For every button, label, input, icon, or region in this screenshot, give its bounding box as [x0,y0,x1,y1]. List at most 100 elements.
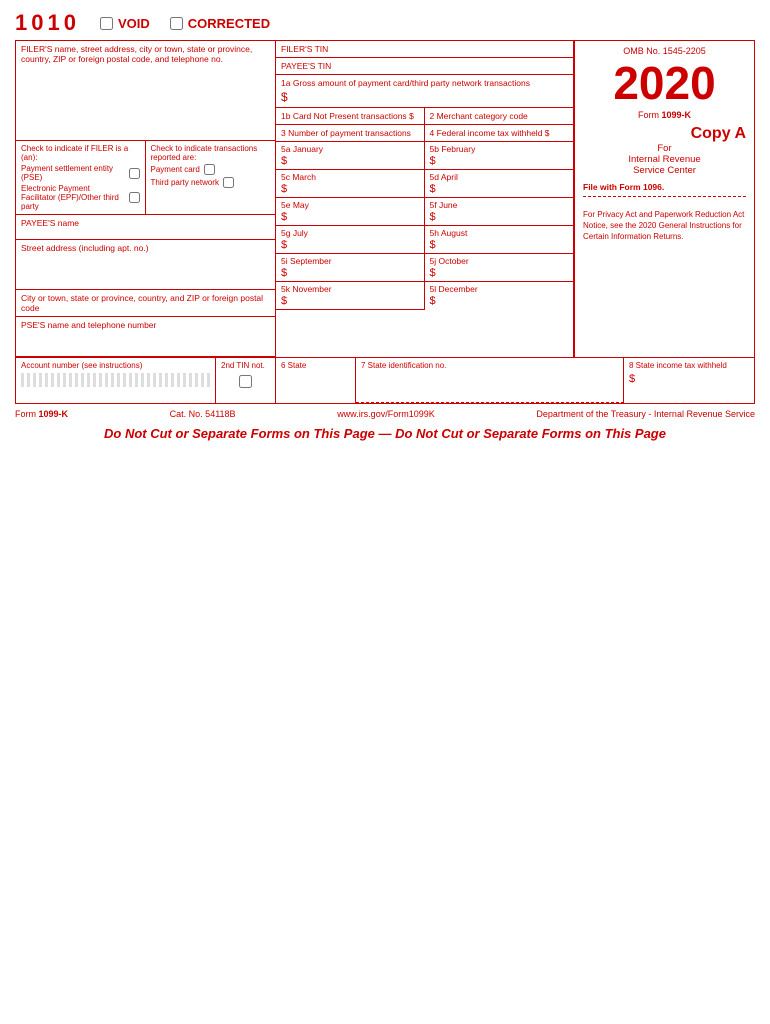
footer-form-id: 1099-K [39,409,69,419]
epf-row: Electronic Payment Facilitator (EPF)/Oth… [21,184,140,211]
account-cell: Account number (see instructions) [16,358,216,403]
footer-dept: Department of the Treasury - Internal Re… [536,409,755,419]
footer-form-label: Form 1099-K [15,409,68,419]
account-label: Account number (see instructions) [21,361,210,370]
state-id-label: 7 State identification no. [361,361,618,370]
merchant-category-box: 2 Merchant category code [425,108,574,124]
payment-card-label: Payment card [151,165,200,174]
jun-label: 5f June [430,200,458,210]
city-section: City or town, state or province, country… [16,290,275,317]
state-cell: 6 State [276,358,356,403]
bottom-warning: Do Not Cut or Separate Forms on This Pag… [15,426,755,441]
aug-dollar: $ [430,239,569,251]
tin-2nd-checkbox[interactable] [239,375,252,388]
jul-label: 5g July [281,228,308,238]
feb-label: 5b February [430,144,476,154]
payee-name-section: PAYEE'S name [16,215,275,240]
street-address-section: Street address (including apt. no.) [16,240,275,290]
payee-tin-box: PAYEE'S TIN [276,58,573,75]
jan-label: 5a January [281,144,323,154]
oct-label: 5j October [430,256,469,266]
right-panel: OMB No. 1545-2205 2020 Form 1099-K Copy … [574,41,754,357]
row-1b-2: 1b Card Not Present transactions $ 2 Mer… [276,108,573,125]
mar-label: 5c March [281,172,316,182]
pse-label: Payment settlement entity (PSE) [21,164,125,182]
may-cell: 5e May $ [276,198,425,226]
pse-checkbox[interactable] [129,168,140,179]
void-checkbox-label[interactable]: VOID [100,16,150,31]
october-cell: 5j October $ [425,254,574,282]
sep-label: 5i September [281,256,332,266]
march-cell: 5c March $ [276,170,425,198]
state-tax-label: 8 State income tax withheld [629,361,749,370]
gross-amount-dollar: $ [281,90,568,104]
third-party-checkbox[interactable] [223,177,234,188]
copy-a-label: Copy A [583,125,746,143]
december-cell: 5l December $ [425,282,574,310]
num-payment-label: 3 Number of payment transactions [281,128,411,138]
payment-card-checkbox[interactable] [204,164,215,175]
gross-amount-label: 1a Gross amount of payment card/third pa… [281,78,530,88]
form-footer: Form 1099-K Cat. No. 54118B www.irs.gov/… [15,406,755,422]
state-id-cell: 7 State identification no. [356,358,624,403]
filer-tin-label: FILER'S TIN [281,44,328,54]
corrected-checkbox[interactable] [170,17,183,30]
february-cell: 5b February $ [425,142,574,170]
nov-label: 5k November [281,284,332,294]
filer-info-box: FILER'S name, street address, city or to… [16,41,275,141]
filer-tin-box: FILER'S TIN [276,41,573,58]
form-container: FILER'S name, street address, city or to… [15,40,755,404]
epf-checkbox[interactable] [129,192,140,203]
oct-dollar: $ [430,267,569,279]
footer-url: www.irs.gov/Form1099K [337,409,435,419]
year-display: 2020 [613,57,715,109]
bottom-row: Account number (see instructions) 2nd TI… [16,357,754,403]
footer-cat: Cat. No. 54118B [170,409,236,419]
payee-name-label: PAYEE'S name [21,218,79,228]
privacy-note: For Privacy Act and Paperwork Reduction … [583,209,746,243]
tin-2nd-cell: 2nd TIN not. [216,358,276,403]
feb-dollar: $ [430,155,569,167]
dec-label: 5l December [430,284,478,294]
form-body: FILER'S name, street address, city or to… [16,41,754,357]
payment-card-row: Payment card [151,164,271,175]
card-not-present-dollar: $ [409,111,414,121]
tin-2nd-label: 2nd TIN not. [221,361,270,370]
num-payment-box: 3 Number of payment transactions [276,125,425,141]
merchant-category-label: 2 Merchant category code [430,111,528,121]
corrected-checkbox-label[interactable]: CORRECTED [170,16,270,31]
june-cell: 5f June $ [425,198,574,226]
federal-tax-dollar: $ [545,128,550,138]
july-cell: 5g July $ [276,226,425,254]
dec-dollar: $ [430,295,569,307]
jun-dollar: $ [430,211,569,223]
payee-tin-label: PAYEE'S TIN [281,61,331,71]
void-checkbox[interactable] [100,17,113,30]
form-id-label: Form 1099-K [583,110,746,120]
copy-a-service: Service Center [583,165,746,176]
january-cell: 5a January $ [276,142,425,170]
gross-amount-box: 1a Gross amount of payment card/third pa… [276,75,573,108]
pse-name-label: PSE'S name and telephone number [21,320,156,330]
check-right: Check to indicate transactions reported … [146,141,276,214]
epf-label: Electronic Payment Facilitator (EPF)/Oth… [21,184,125,211]
monthly-grid: 5a January $ 5b February $ 5c March $ 5d… [276,142,573,310]
jul-dollar: $ [281,239,419,251]
card-not-present-box: 1b Card Not Present transactions $ [276,108,425,124]
form-id: 1099-K [661,110,691,120]
middle-column: FILER'S TIN PAYEE'S TIN 1a Gross amount … [276,41,574,357]
left-column: FILER'S name, street address, city or to… [16,41,276,357]
state-dollar: $ [629,373,749,385]
file-with-text: File with Form 1096. [583,182,746,192]
pse-section: PSE'S name and telephone number [16,317,275,357]
august-cell: 5h August $ [425,226,574,254]
account-input[interactable] [21,373,210,387]
check-filer-label: Check to indicate if FILER is a (an): [21,144,140,162]
transactions-label: Check to indicate transactions reported … [151,144,271,162]
form-number: 1010 [15,10,80,36]
jan-dollar: $ [281,155,419,167]
card-not-present-label: 1b Card Not Present transactions [281,111,407,121]
third-party-row: Third party network [151,177,271,188]
omb-text: OMB No. 1545-2205 [583,46,746,56]
form-header: 1010 VOID CORRECTED [15,10,755,36]
